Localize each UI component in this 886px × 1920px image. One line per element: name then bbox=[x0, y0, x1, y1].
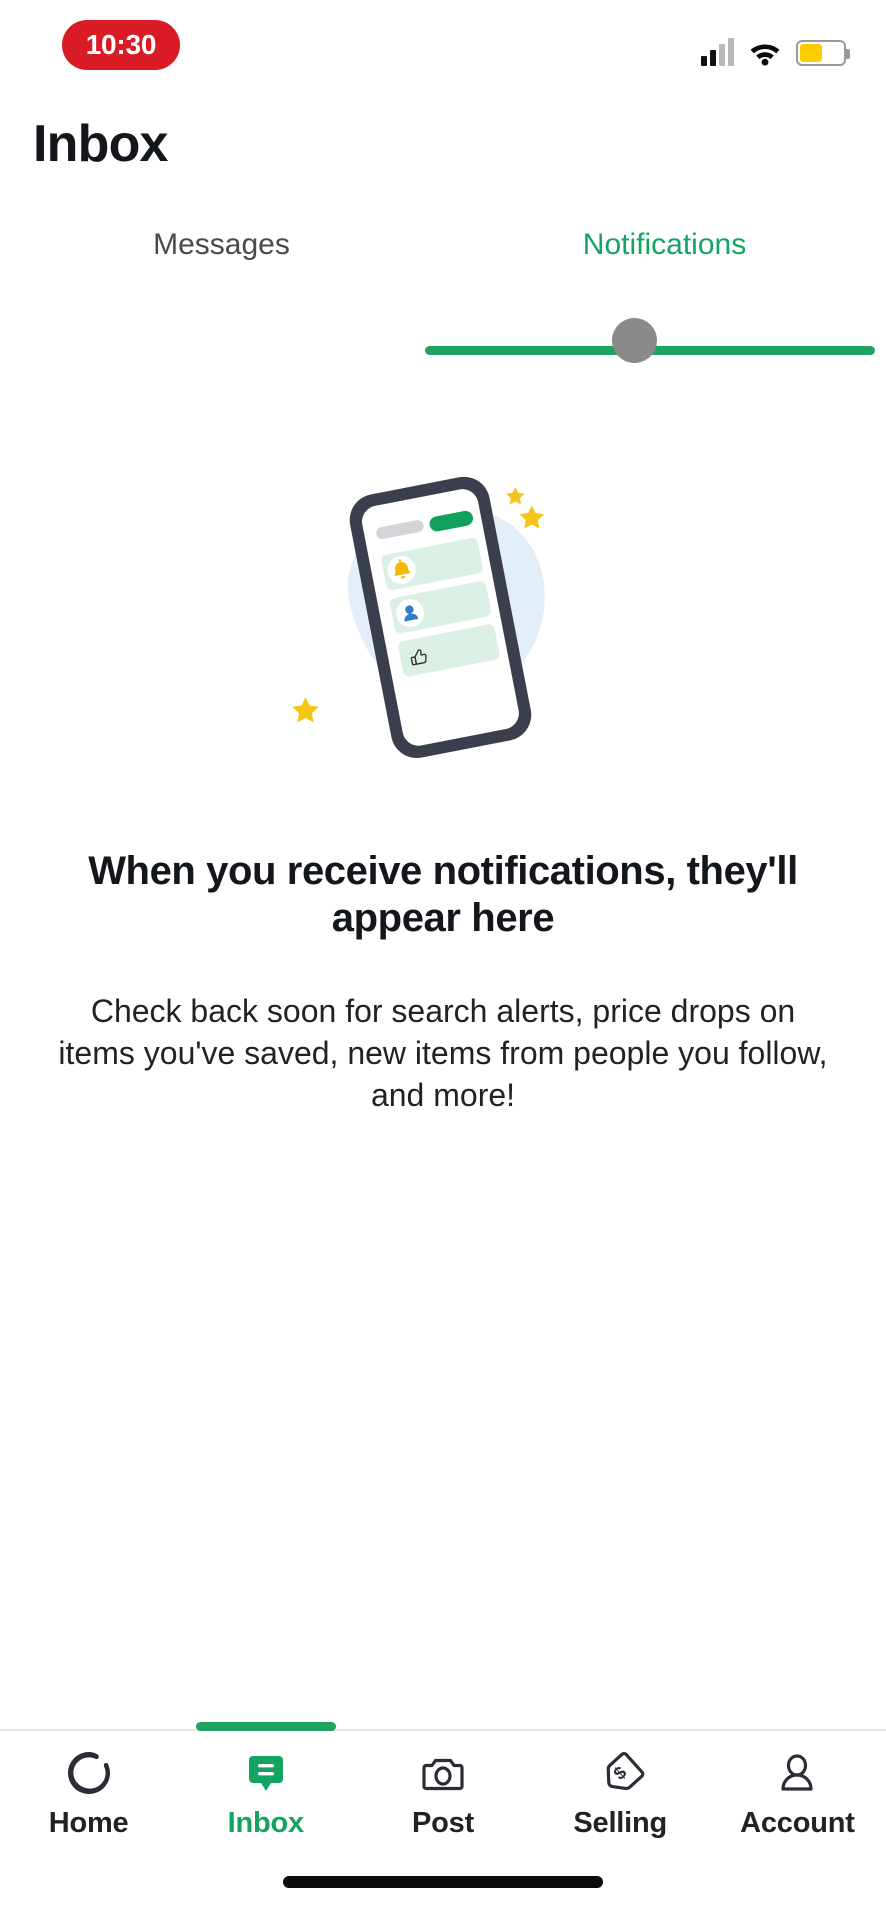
nav-item-post[interactable]: Post bbox=[354, 1731, 531, 1861]
battery-icon bbox=[796, 40, 850, 66]
nav-item-account[interactable]: Account bbox=[709, 1731, 886, 1861]
status-bar-time: 10:30 bbox=[85, 29, 157, 60]
home-indicator-bar[interactable] bbox=[283, 1876, 603, 1888]
nav-label-post: Post bbox=[411, 1807, 475, 1839]
status-bar-indicators bbox=[701, 26, 850, 66]
empty-state-title: When you receive notifications, they'll … bbox=[88, 849, 798, 940]
tab-notifications[interactable]: Notifications bbox=[443, 215, 886, 275]
nav-label-inbox: Inbox bbox=[227, 1807, 305, 1839]
chat-bubble-icon bbox=[240, 1745, 292, 1801]
price-tag-icon: $ bbox=[594, 1745, 646, 1801]
recording-time-pill: 10:30 bbox=[62, 20, 180, 70]
offerup-logo-icon bbox=[63, 1745, 115, 1801]
status-bar: 10:30 bbox=[0, 0, 886, 100]
page-title: Inbox bbox=[33, 115, 168, 173]
bottom-nav-active-indicator bbox=[196, 1722, 336, 1731]
cellular-signal-icon bbox=[701, 38, 734, 66]
camera-icon bbox=[417, 1745, 469, 1801]
nav-item-home[interactable]: Home bbox=[0, 1731, 177, 1861]
notifications-empty-illustration bbox=[278, 455, 608, 785]
nav-label-selling: Selling bbox=[573, 1807, 668, 1839]
nav-item-selling[interactable]: $ Selling bbox=[532, 1731, 709, 1861]
app-screen: 10:30 Inbox Messages Notifications When … bbox=[0, 0, 886, 1920]
touch-indicator bbox=[612, 318, 657, 363]
empty-state-body: Check back soon for search alerts, price… bbox=[58, 993, 828, 1114]
tab-indicator-track bbox=[0, 345, 886, 357]
tab-messages[interactable]: Messages bbox=[0, 215, 443, 275]
svg-text:$: $ bbox=[610, 1762, 631, 1784]
wifi-icon bbox=[748, 38, 782, 66]
nav-label-home: Home bbox=[48, 1807, 129, 1839]
inbox-tabs: Messages Notifications bbox=[0, 215, 886, 275]
nav-label-account: Account bbox=[740, 1807, 855, 1839]
nav-item-inbox[interactable]: Inbox bbox=[177, 1731, 354, 1861]
person-icon bbox=[771, 1745, 823, 1801]
bottom-navigation-bar: Home Inbox Post $ Selling Account bbox=[0, 1731, 886, 1861]
